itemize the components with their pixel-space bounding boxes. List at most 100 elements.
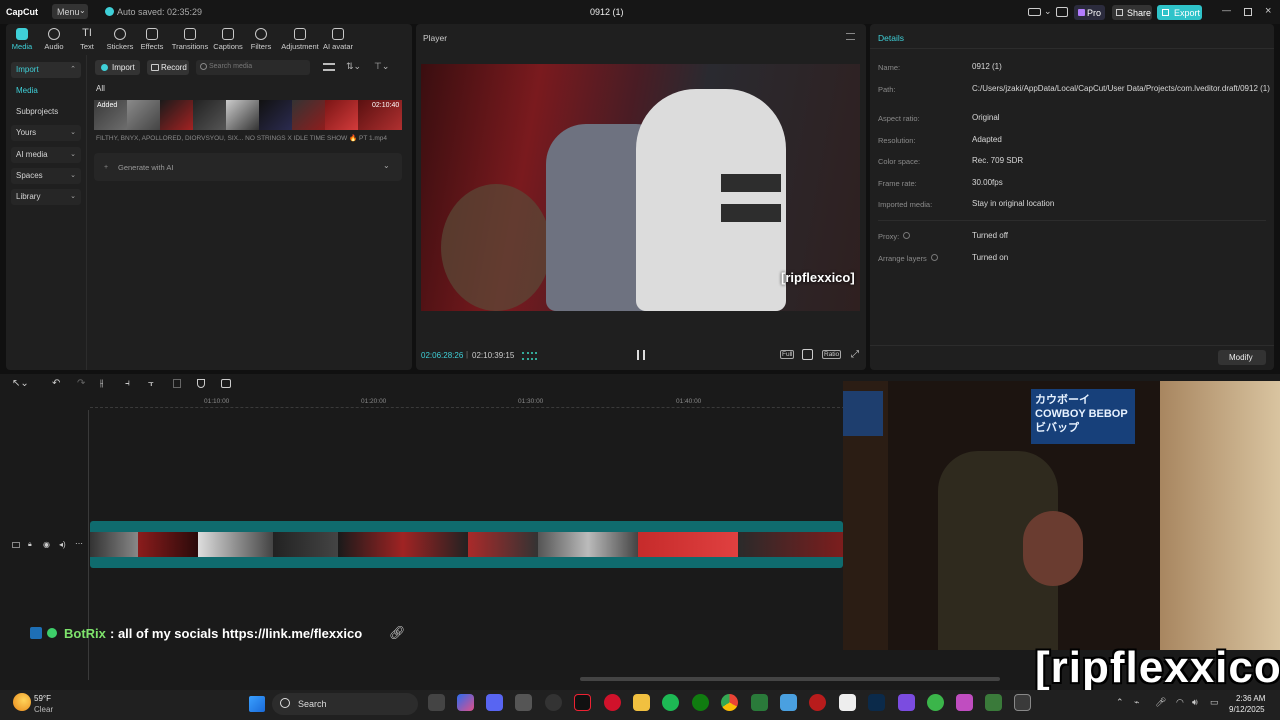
sidebar-item-yours[interactable]: Yours ⌄ <box>11 125 81 141</box>
opera-icon[interactable] <box>604 694 621 711</box>
timeline-scrollbar[interactable] <box>580 677 1000 681</box>
menu-icon[interactable] <box>846 33 855 40</box>
link-icon: 🔗︎ <box>389 625 406 640</box>
tab-adjustment[interactable]: Adjustment <box>279 26 321 51</box>
record-button[interactable]: Record <box>147 60 189 75</box>
photos-icon[interactable] <box>780 694 797 711</box>
tiktok-icon[interactable] <box>574 694 591 711</box>
track-cover-icon[interactable] <box>12 542 20 548</box>
lock-icon[interactable]: 🔒︎ <box>28 541 32 549</box>
battery-icon[interactable]: ▭ <box>1210 697 1219 708</box>
app-icon[interactable] <box>515 694 532 711</box>
weather-desc[interactable]: Clear <box>34 705 53 714</box>
task-view-icon[interactable] <box>428 694 445 711</box>
volume-icon[interactable]: ◂) <box>59 540 66 549</box>
app-icon[interactable] <box>956 694 973 711</box>
app-icon[interactable] <box>927 694 944 711</box>
sidebar-item-media[interactable]: Media <box>11 83 81 99</box>
clock-time[interactable]: 2:36 AM <box>1236 694 1265 703</box>
full-button[interactable]: Full <box>780 350 795 359</box>
spotify-icon[interactable] <box>662 694 679 711</box>
layout-icon[interactable] <box>1028 8 1041 16</box>
tray-chevron-icon[interactable]: ⌃ <box>1116 697 1124 708</box>
xbox-icon[interactable] <box>692 694 709 711</box>
chat-message: : all of my socials https://link.me/flex… <box>110 626 363 641</box>
filter-icon[interactable]: ⊤⌄ <box>374 61 389 72</box>
split-right-icon[interactable]: ⫟ <box>148 378 154 389</box>
tab-effects[interactable]: Effects <box>132 26 172 51</box>
autosave-icon <box>105 7 114 16</box>
app-icon[interactable] <box>751 694 768 711</box>
ratio-button[interactable]: Ratio <box>822 350 842 359</box>
divider <box>870 48 1274 49</box>
delete-icon[interactable] <box>173 379 181 388</box>
capcut-active-icon[interactable] <box>1014 694 1031 711</box>
split-icon[interactable]: ⫲ <box>100 378 103 389</box>
eye-icon[interactable]: ◉ <box>43 540 50 549</box>
info-icon[interactable] <box>903 232 910 239</box>
menu-button[interactable]: Menu ⌄ <box>52 4 88 19</box>
volume-icon[interactable]: 🔊︎ <box>1192 697 1198 708</box>
plus-icon <box>101 64 108 71</box>
file-explorer-icon[interactable] <box>633 694 650 711</box>
app-icon[interactable] <box>809 694 826 711</box>
zoom-fit-icon[interactable] <box>802 349 813 360</box>
close-icon[interactable]: × <box>1265 5 1271 17</box>
view-list-icon[interactable] <box>323 63 335 71</box>
sidebar-item-library[interactable]: Library ⌄ <box>11 189 81 205</box>
pro-button[interactable]: Pro <box>1074 5 1105 20</box>
tab-ai-avatar[interactable]: AI avatar <box>318 26 358 51</box>
sidebar-item-spaces[interactable]: Spaces ⌄ <box>11 168 81 184</box>
photoshop-icon[interactable] <box>868 694 885 711</box>
app-icon[interactable] <box>898 694 915 711</box>
undo-icon[interactable]: ↶ <box>52 378 60 389</box>
transitions-icon <box>184 28 196 40</box>
sidebar-item-import[interactable]: Import ⌃ <box>11 62 81 78</box>
export-button[interactable]: Export <box>1157 5 1202 20</box>
sidebar-item-ai-media[interactable]: AI media ⌄ <box>11 147 81 163</box>
clip-thumbnail <box>325 100 358 130</box>
chatgpt-icon[interactable] <box>545 694 562 711</box>
generate-ai-label: Generate with AI <box>118 163 174 172</box>
clock-date[interactable]: 9/12/2025 <box>1229 705 1265 714</box>
tab-transitions[interactable]: Transitions <box>170 26 210 51</box>
more-icon[interactable]: ⋯ <box>75 539 83 548</box>
discord-icon[interactable] <box>486 694 503 711</box>
fullscreen-icon[interactable]: ⤢ <box>851 349 859 360</box>
share-button[interactable]: Share <box>1112 5 1152 20</box>
stream-watermark: [ripflexxico] <box>1035 643 1280 692</box>
split-left-icon[interactable]: ⫞ <box>125 378 130 389</box>
import-button[interactable]: Import <box>95 60 140 75</box>
microphone-icon[interactable]: 🎤︎ <box>1155 697 1166 708</box>
sidebar-item-subprojects[interactable]: Subprojects <box>11 104 81 120</box>
minimize-icon[interactable]: — <box>1222 5 1231 15</box>
video-preview[interactable]: [ripflexxico] <box>421 64 860 311</box>
info-icon[interactable] <box>931 254 938 261</box>
windows-start-icon[interactable] <box>249 696 265 712</box>
webcam-poster: カウボーイ COWBOY BEBOP ビバップ <box>1031 389 1135 444</box>
image-icon[interactable] <box>221 379 231 388</box>
tab-filters[interactable]: Filters <box>241 26 281 51</box>
search-media-input[interactable]: Search media <box>196 60 310 75</box>
capcut-icon[interactable] <box>839 694 856 711</box>
weather-temp[interactable]: 59°F <box>34 694 51 703</box>
shortcuts-icon[interactable] <box>1056 7 1068 17</box>
select-tool-icon[interactable]: ↖⌄ <box>12 378 29 389</box>
maximize-icon[interactable] <box>1244 8 1252 16</box>
wifi-icon[interactable]: ◠ <box>1176 697 1184 708</box>
pause-icon[interactable] <box>637 350 645 360</box>
chevron-down-icon[interactable]: ⌄ <box>1044 6 1052 17</box>
modify-button[interactable]: Modify <box>1218 350 1266 365</box>
chrome-icon[interactable] <box>721 694 738 711</box>
sort-icon[interactable]: ⇅⌄ <box>346 61 361 72</box>
filter-all[interactable]: All <box>96 84 105 93</box>
app-icon[interactable] <box>985 694 1002 711</box>
shield-icon[interactable] <box>197 379 205 388</box>
copilot-icon[interactable] <box>457 694 474 711</box>
taskbar-search[interactable]: Search <box>272 693 418 715</box>
media-clip[interactable]: Added 02:10:40 <box>94 100 402 130</box>
redo-icon[interactable]: ↷ <box>77 378 85 389</box>
generate-ai-button[interactable]: + Generate with AI ⌄ <box>94 153 402 181</box>
title-bar: CapCut Menu ⌄ Auto saved: 02:35:29 0912 … <box>0 0 1280 24</box>
tray-app-icon[interactable]: ⌁ <box>1134 697 1139 708</box>
